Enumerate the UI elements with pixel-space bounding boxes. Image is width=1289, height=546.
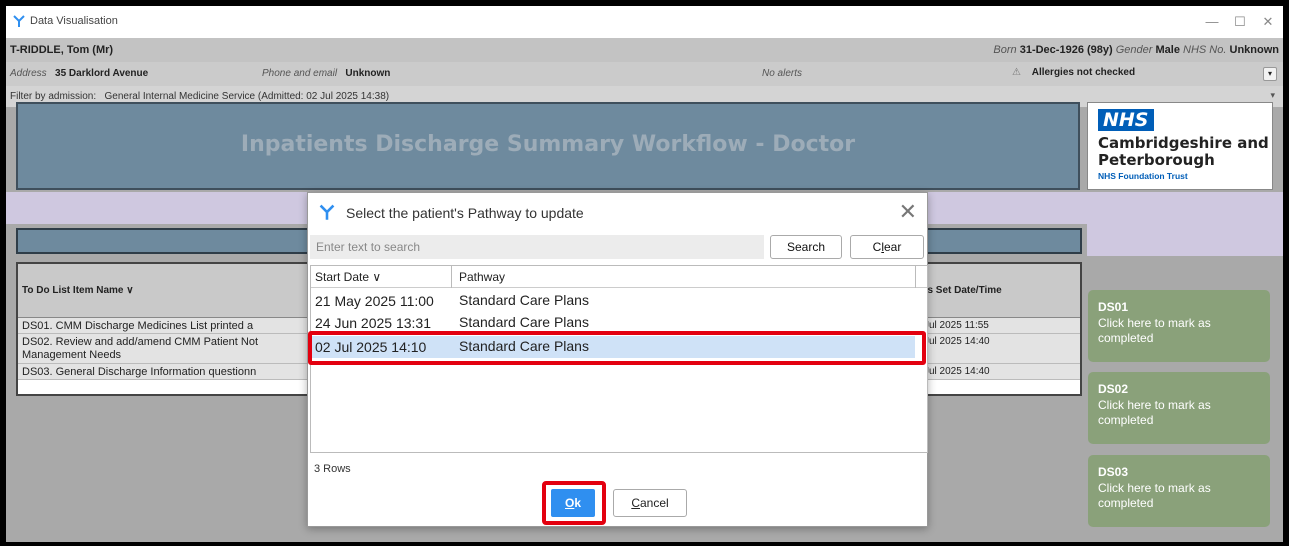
pathway-name: Standard Care Plans bbox=[459, 314, 589, 330]
app-logo-icon bbox=[318, 203, 336, 224]
card-text: Click here to mark as completed bbox=[1098, 398, 1211, 427]
phone-label: Phone and email bbox=[262, 68, 338, 79]
col-pathway[interactable]: Pathway bbox=[459, 270, 505, 284]
card-text: Click here to mark as completed bbox=[1098, 481, 1211, 510]
trust-name: Cambridgeshire and Peterborough bbox=[1098, 135, 1269, 169]
trust-subtitle: NHS Foundation Trust bbox=[1098, 171, 1188, 181]
pathway-name: Standard Care Plans bbox=[459, 292, 589, 308]
search-input[interactable] bbox=[310, 235, 764, 259]
todo-name: DS01. CMM Discharge Medicines List print… bbox=[22, 320, 254, 332]
address-label: Address bbox=[10, 68, 47, 79]
close-window-button[interactable]: ✕ bbox=[1257, 12, 1279, 32]
workflow-banner: Inpatients Discharge Summary Workflow - … bbox=[16, 102, 1080, 190]
patient-contact-bar: Address 35 Darklord Avenue Phone and ema… bbox=[6, 62, 1283, 86]
todo-name: DS03. General Discharge Information ques… bbox=[22, 366, 257, 378]
list-item[interactable]: 21 May 2025 11:00 Standard Care Plans bbox=[311, 290, 915, 312]
address: Address 35 Darklord Avenue bbox=[10, 68, 148, 79]
chevron-down-icon[interactable]: ▾ bbox=[1270, 90, 1275, 101]
selection-highlight bbox=[308, 331, 926, 365]
app-window: Data Visualisation — ☐ ✕ T-RIDDLE, Tom (… bbox=[6, 6, 1283, 542]
filter-label: Filter by admission: bbox=[10, 91, 97, 102]
allergies-label: Allergies not checked bbox=[1031, 67, 1136, 78]
ds01-card[interactable]: DS01 Click here to mark as completed bbox=[1088, 290, 1270, 362]
alerts-status: No alerts bbox=[762, 68, 803, 79]
pathway-start-date: 24 Jun 2025 13:31 bbox=[315, 315, 431, 331]
maximize-button[interactable]: ☐ bbox=[1229, 12, 1251, 32]
dialog-title: Select the patient's Pathway to update bbox=[346, 205, 584, 221]
expand-banner-button[interactable]: ▾ bbox=[1263, 67, 1277, 81]
search-button[interactable]: Search bbox=[770, 235, 842, 259]
title-bar: Data Visualisation — ☐ ✕ bbox=[6, 6, 1283, 38]
patient-banner: T-RIDDLE, Tom (Mr) Born 31-Dec-1926 (98y… bbox=[6, 38, 1283, 62]
trust-name-line2: Peterborough bbox=[1098, 151, 1215, 169]
filter-value: General Internal Medicine Service (Admit… bbox=[104, 91, 390, 102]
col-status-time[interactable]: tus Set Date/Time bbox=[918, 285, 1002, 296]
todo-name: DS02. Review and add/amend CMM Patient N… bbox=[22, 336, 259, 361]
card-id: DS02 bbox=[1098, 382, 1129, 396]
card-text: Click here to mark as completed bbox=[1098, 316, 1211, 345]
spacer-strip-side bbox=[1087, 224, 1283, 256]
trust-name-line1: Cambridgeshire and bbox=[1098, 134, 1269, 152]
born-label: Born bbox=[993, 44, 1017, 56]
col-todo-name[interactable]: To Do List Item Name ∨ bbox=[22, 285, 134, 296]
window-title: Data Visualisation bbox=[30, 15, 118, 27]
pathway-start-date: 21 May 2025 11:00 bbox=[315, 293, 434, 309]
warning-icon: ⚠ bbox=[1012, 67, 1021, 78]
column-divider[interactable] bbox=[915, 266, 916, 288]
patient-name: T-RIDDLE, Tom (Mr) bbox=[10, 44, 114, 56]
gender-label: Gender bbox=[1115, 44, 1153, 56]
ds02-card[interactable]: DS02 Click here to mark as completed bbox=[1088, 372, 1270, 444]
todo-status-time: Jul 2025 11:55 bbox=[924, 320, 989, 331]
nhs-label: NHS No. bbox=[1183, 44, 1227, 56]
clear-button[interactable]: Clear bbox=[850, 235, 924, 259]
allergies-status: ⚠ Allergies not checked bbox=[1012, 67, 1135, 78]
card-id: DS03 bbox=[1098, 465, 1129, 479]
born-value: 31-Dec-1926 (98y) bbox=[1019, 44, 1113, 56]
pathway-dialog: Select the patient's Pathway to update ✕… bbox=[307, 192, 928, 527]
filter-text: Filter by admission: General Internal Me… bbox=[10, 91, 389, 102]
cancel-button[interactable]: Cancel bbox=[613, 489, 687, 517]
phone: Phone and email Unknown bbox=[262, 68, 390, 79]
rows-count: 3 Rows bbox=[314, 463, 351, 475]
todo-status-time: Jul 2025 14:40 bbox=[924, 336, 990, 347]
patient-demographics: Born 31-Dec-1926 (98y) Gender Male NHS N… bbox=[993, 44, 1279, 56]
minimize-button[interactable]: — bbox=[1201, 12, 1223, 32]
column-divider[interactable] bbox=[451, 266, 452, 288]
gender-value: Male bbox=[1155, 44, 1180, 56]
nhs-trust-logo: NHS Cambridgeshire and Peterborough NHS … bbox=[1087, 102, 1273, 190]
nhs-value: Unknown bbox=[1229, 44, 1280, 56]
todo-status-time: Jul 2025 14:40 bbox=[924, 366, 990, 377]
phone-value: Unknown bbox=[345, 68, 391, 79]
workflow-title: Inpatients Discharge Summary Workflow - … bbox=[240, 132, 856, 157]
card-id: DS01 bbox=[1098, 300, 1129, 314]
pathway-list-header: Start Date ∨ Pathway bbox=[311, 266, 927, 288]
address-value: 35 Darklord Avenue bbox=[55, 68, 149, 79]
ok-button[interactable]: Ok bbox=[551, 489, 595, 517]
nhs-logo: NHS bbox=[1098, 109, 1154, 131]
app-logo-icon bbox=[12, 14, 26, 31]
close-icon[interactable]: ✕ bbox=[899, 199, 917, 225]
ds03-card[interactable]: DS03 Click here to mark as completed bbox=[1088, 455, 1270, 527]
col-start-date[interactable]: Start Date ∨ bbox=[315, 270, 381, 284]
